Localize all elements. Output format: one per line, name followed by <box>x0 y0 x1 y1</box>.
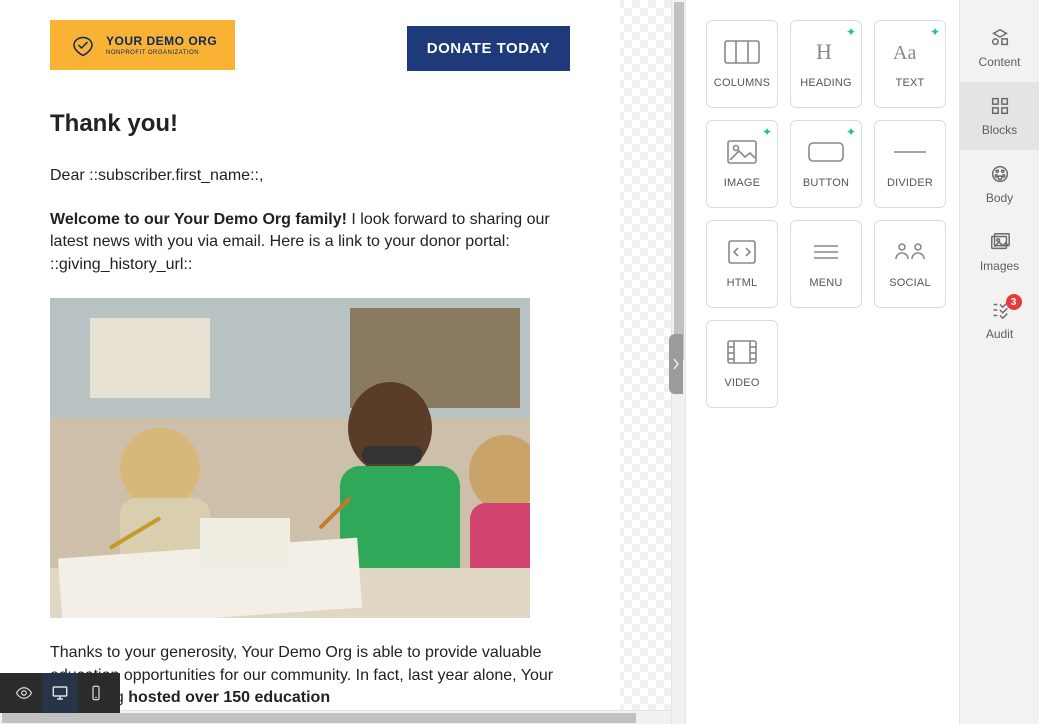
email-greeting[interactable]: Dear ::subscriber.first_name::, <box>50 165 570 187</box>
block-html[interactable]: HTML <box>706 220 778 308</box>
ai-sparkle-icon: ✦ <box>846 25 856 39</box>
handshake-icon <box>68 30 98 60</box>
block-button[interactable]: ✦ BUTTON <box>790 120 862 208</box>
heading-icon: H <box>808 39 844 65</box>
html-icon <box>724 239 760 265</box>
email-thanks-bold: hosted over 150 education <box>128 689 330 706</box>
block-menu[interactable]: MENU <box>790 220 862 308</box>
block-social-label: SOCIAL <box>889 277 931 289</box>
content-icon <box>989 27 1011 49</box>
blocks-icon <box>989 95 1011 117</box>
image-icon <box>724 139 760 165</box>
block-heading[interactable]: ✦ H HEADING <box>790 20 862 108</box>
block-divider-label: DIVIDER <box>887 177 933 189</box>
block-button-label: BUTTON <box>803 177 849 189</box>
block-video-label: VIDEO <box>724 377 759 389</box>
block-image[interactable]: ✦ IMAGE <box>706 120 778 208</box>
email-welcome-bold: Welcome to our Your Demo Org family! <box>50 211 347 228</box>
block-columns[interactable]: COLUMNS <box>706 20 778 108</box>
rail-blocks[interactable]: Blocks <box>960 82 1039 150</box>
ai-sparkle-icon: ✦ <box>762 125 772 139</box>
org-logo[interactable]: YOUR DEMO ORG NONPROFIT ORGANIZATION <box>50 20 235 70</box>
block-image-label: IMAGE <box>724 177 760 189</box>
body-icon <box>989 163 1011 185</box>
rail-images[interactable]: Images <box>960 218 1039 286</box>
email-preview[interactable]: YOUR DEMO ORG NONPROFIT ORGANIZATION DON… <box>0 0 620 724</box>
rail-images-label: Images <box>980 259 1019 273</box>
collapse-palette-handle[interactable] <box>669 334 683 394</box>
logo-sub-text: NONPROFIT ORGANIZATION <box>106 50 217 56</box>
block-text-label: TEXT <box>896 77 925 89</box>
text-icon: Aa <box>892 39 928 65</box>
rail-audit[interactable]: 3 Audit <box>960 286 1039 354</box>
button-icon <box>808 139 844 165</box>
mobile-view-button[interactable] <box>78 673 114 713</box>
svg-text:H: H <box>816 39 832 64</box>
video-icon <box>724 339 760 365</box>
block-video[interactable]: VIDEO <box>706 320 778 408</box>
images-icon <box>989 231 1011 253</box>
rail-body-label: Body <box>986 191 1013 205</box>
preview-eye-button[interactable] <box>6 673 42 713</box>
ai-sparkle-icon: ✦ <box>930 25 940 39</box>
block-columns-label: COLUMNS <box>714 77 770 89</box>
chevron-right-icon <box>672 358 680 370</box>
vertical-scroll-thumb[interactable] <box>674 2 684 360</box>
desktop-view-button[interactable] <box>42 673 78 713</box>
rail-audit-label: Audit <box>986 327 1013 341</box>
rail-content[interactable]: Content <box>960 14 1039 82</box>
blocks-palette: COLUMNS ✦ H HEADING ✦ Aa TEXT ✦ IMAGE ✦ … <box>685 0 959 724</box>
block-text[interactable]: ✦ Aa TEXT <box>874 20 946 108</box>
email-welcome[interactable]: Welcome to our Your Demo Org family! I l… <box>50 209 570 276</box>
device-preview-bar <box>0 673 120 713</box>
email-heading[interactable]: Thank you! <box>50 107 570 141</box>
block-menu-label: MENU <box>809 277 842 289</box>
block-divider[interactable]: DIVIDER <box>874 120 946 208</box>
canvas-scroll[interactable]: YOUR DEMO ORG NONPROFIT ORGANIZATION DON… <box>0 0 685 724</box>
email-hero-image[interactable] <box>50 298 530 618</box>
donate-button[interactable]: DONATE TODAY <box>407 26 570 71</box>
horizontal-scroll-thumb[interactable] <box>2 713 636 723</box>
side-rail: Content Blocks Body Images 3 Audit <box>959 0 1039 724</box>
rail-body[interactable]: Body <box>960 150 1039 218</box>
social-icon <box>892 239 928 265</box>
block-social[interactable]: SOCIAL <box>874 220 946 308</box>
email-thanks[interactable]: Thanks to your generosity, Your Demo Org… <box>50 642 570 709</box>
rail-content-label: Content <box>978 55 1020 69</box>
svg-text:Aa: Aa <box>893 42 916 64</box>
editor-canvas: YOUR DEMO ORG NONPROFIT ORGANIZATION DON… <box>0 0 685 724</box>
rail-blocks-label: Blocks <box>982 123 1017 137</box>
desktop-icon <box>51 684 69 702</box>
block-heading-label: HEADING <box>800 77 852 89</box>
ai-sparkle-icon: ✦ <box>846 125 856 139</box>
columns-icon <box>724 39 760 65</box>
audit-count-badge: 3 <box>1006 294 1022 310</box>
logo-main-text: YOUR DEMO ORG <box>106 35 217 47</box>
eye-icon <box>15 684 33 702</box>
mobile-icon <box>87 684 105 702</box>
block-html-label: HTML <box>727 277 758 289</box>
menu-icon <box>808 239 844 265</box>
divider-icon <box>892 139 928 165</box>
